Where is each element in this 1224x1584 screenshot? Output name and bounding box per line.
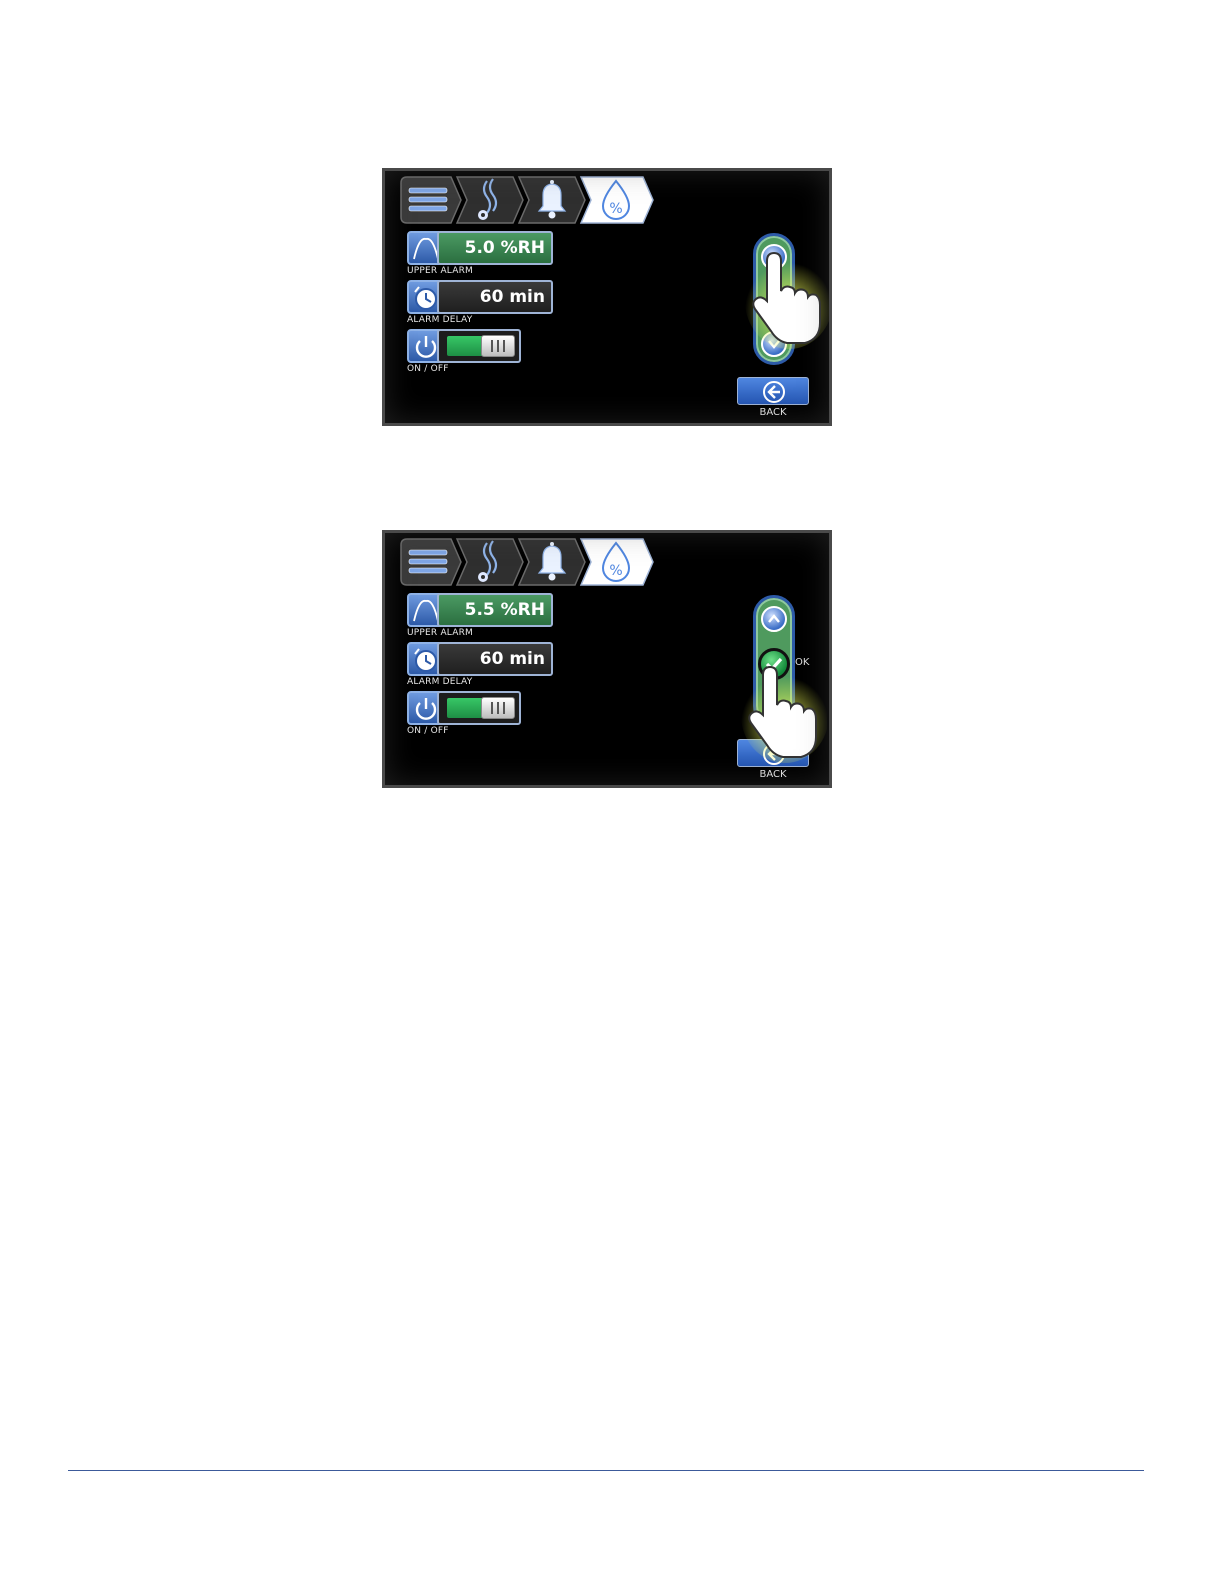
back-button[interactable] [737, 377, 809, 405]
footer-divider [68, 1470, 1144, 1471]
on-off-toggle[interactable] [437, 691, 521, 725]
alarm-delay-label: ALARM DELAY [407, 677, 473, 687]
arrow-left-circle-icon [763, 743, 785, 765]
upper-alarm-label: UPPER ALARM [407, 628, 473, 638]
upper-alarm-value[interactable]: 5.0 %RH [437, 231, 553, 265]
back-label: BACK [759, 769, 787, 780]
upper-alarm-setting[interactable]: 5.0 %RH UPPER ALARM [407, 231, 557, 276]
menu-icon[interactable] [401, 175, 459, 225]
ok-button[interactable] [758, 648, 790, 680]
breadcrumb: % [399, 537, 659, 587]
control-screen-1: % 5.0 %RH UPPER ALARM 60 min ALARM DELAY… [382, 168, 832, 426]
upper-alarm-label: UPPER ALARM [407, 266, 473, 276]
steam-settings-icon[interactable] [461, 175, 519, 225]
upper-alarm-value[interactable]: 5.5 %RH [437, 593, 553, 627]
value-stepper [753, 233, 795, 365]
on-off-label: ON / OFF [407, 364, 449, 374]
breadcrumb: % [399, 175, 659, 225]
toggle-knob[interactable] [481, 697, 515, 719]
on-off-setting[interactable]: ON / OFF [407, 691, 527, 736]
chevron-up-icon[interactable] [761, 244, 787, 270]
alarm-delay-value[interactable]: 60 min [437, 642, 553, 676]
back-button[interactable] [737, 739, 809, 767]
steam-settings-icon[interactable] [461, 537, 519, 587]
bell-icon[interactable] [523, 537, 581, 587]
menu-icon[interactable] [401, 537, 459, 587]
on-off-toggle[interactable] [437, 329, 521, 363]
svg-text:%: % [609, 201, 622, 217]
alarm-delay-setting[interactable]: 60 min ALARM DELAY [407, 642, 557, 687]
upper-alarm-setting[interactable]: 5.5 %RH UPPER ALARM [407, 593, 557, 638]
back-label: BACK [759, 407, 787, 418]
humidity-percent-icon[interactable]: % [585, 175, 647, 225]
on-off-label: ON / OFF [407, 726, 449, 736]
alarm-delay-value[interactable]: 60 min [437, 280, 553, 314]
ok-label: OK [795, 657, 810, 668]
chevron-down-icon[interactable] [761, 331, 787, 357]
value-stepper [753, 595, 795, 727]
svg-text:%: % [609, 563, 622, 579]
alarm-delay-label: ALARM DELAY [407, 315, 473, 325]
chevron-up-icon[interactable] [761, 606, 787, 632]
toggle-knob[interactable] [481, 335, 515, 357]
check-icon [765, 657, 783, 672]
control-screen-2: % 5.5 %RH UPPER ALARM 60 min ALARM DELAY… [382, 530, 832, 788]
bell-icon[interactable] [523, 175, 581, 225]
arrow-left-circle-icon [763, 381, 785, 403]
humidity-percent-icon[interactable]: % [585, 537, 647, 587]
on-off-setting[interactable]: ON / OFF [407, 329, 527, 374]
alarm-delay-setting[interactable]: 60 min ALARM DELAY [407, 280, 557, 325]
